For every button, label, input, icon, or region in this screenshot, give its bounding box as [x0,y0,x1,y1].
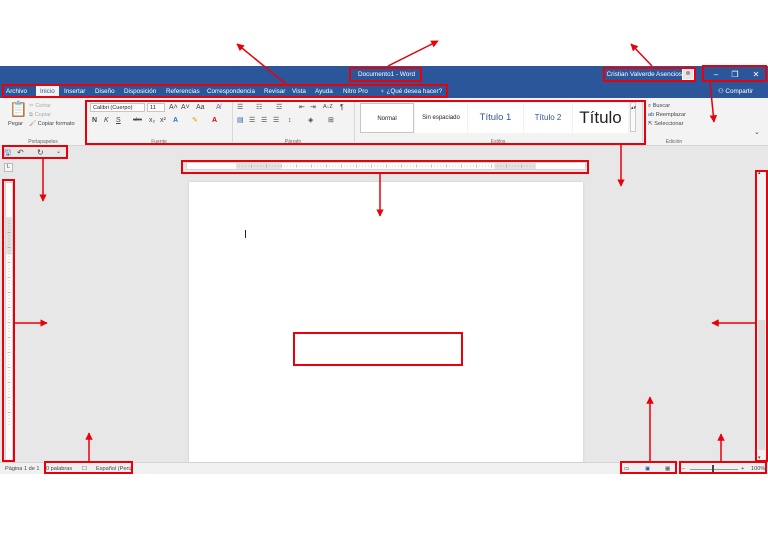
format-painter-button[interactable]: 🖌 Copiar formato [29,120,75,128]
highlight-scrollbar [755,170,768,462]
highlight-window-controls [702,65,767,82]
format-painter-label: Copiar formato [37,121,75,127]
select-button[interactable]: ⇱ Seleccionar [648,120,683,128]
share-button[interactable]: ⚇ Compartir [718,85,753,98]
paste-icon[interactable]: 📋 [9,102,28,118]
highlight-quick-access [2,145,68,159]
quick-access-toolbar: 🖫 ↶ ↻ ⌄ [0,146,768,160]
highlight-ribbon-groups [85,100,646,145]
highlight-title [349,67,422,82]
paste-button[interactable]: Pegar [8,120,23,128]
replace-icon: ab [648,112,656,118]
find-label: Buscar [652,103,671,109]
select-label: Seleccionar [654,121,684,127]
highlight-document-area [293,332,463,366]
document-page[interactable] [189,182,583,466]
arrow-account [630,43,653,67]
arrow-title [387,40,439,67]
replace-button[interactable]: ab Reemplazar [648,111,686,119]
highlight-zoom [679,461,767,474]
text-cursor [245,230,246,238]
share-label: Compartir [725,88,754,95]
highlight-view-buttons [620,461,677,474]
brush-icon: 🖌 [29,121,38,127]
tab-selector[interactable]: L [4,163,13,172]
cut-button[interactable]: ✂ Cortar [29,102,51,110]
page-count[interactable]: Página 1 de 1 [5,464,40,474]
highlight-vertical-ruler [2,179,15,462]
cut-label: Cortar [35,103,51,109]
collapse-ribbon-icon[interactable]: ⌄ [754,128,760,137]
highlight-ribbon-tabs [2,84,448,98]
copy-button[interactable]: ⧉ Copiar [29,111,51,119]
replace-label: Reemplazar [655,112,686,118]
highlight-status-info [44,461,133,474]
copy-label: Copiar [34,112,52,118]
highlight-account [603,67,696,82]
editing-group-label: Edición [665,139,683,145]
find-button[interactable]: ⌕ Buscar [648,102,670,110]
highlight-horizontal-ruler [181,160,589,174]
